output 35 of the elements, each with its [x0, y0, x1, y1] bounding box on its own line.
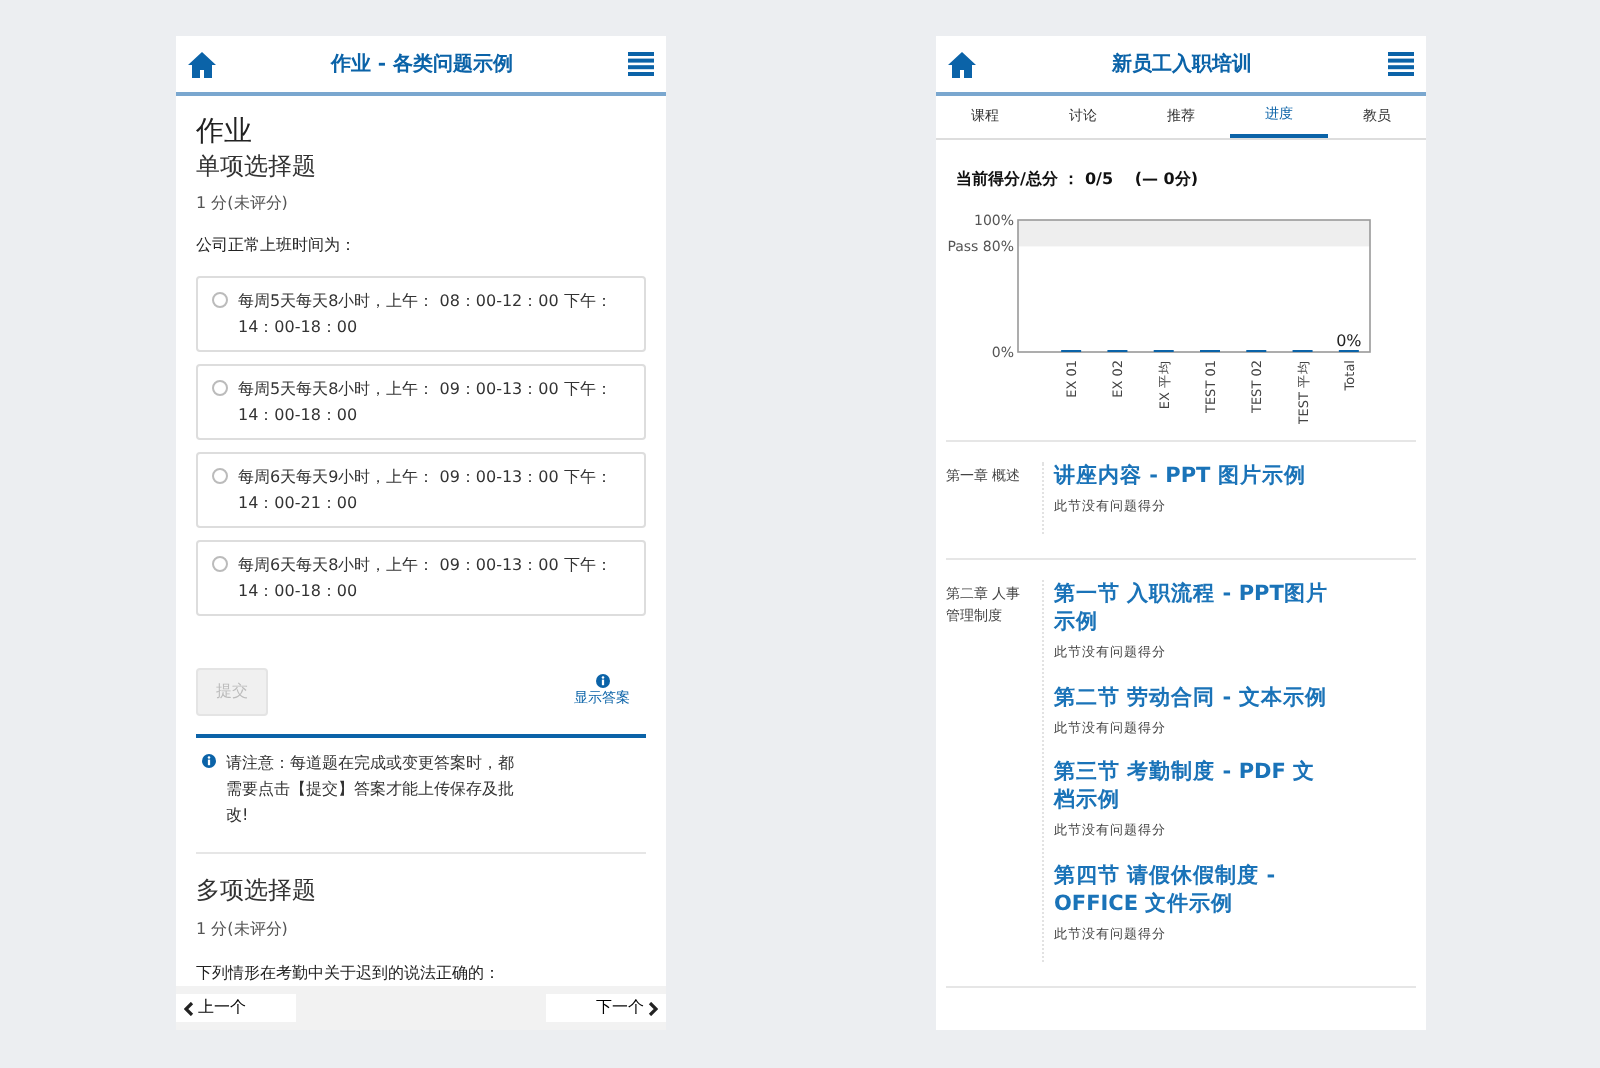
chevron-left-icon — [184, 1001, 194, 1015]
notice-text: 请注意：每道题在完成或变更答案时，都需要点击【提交】答案才能上传保存及批改! — [226, 752, 516, 828]
info-icon — [595, 674, 609, 689]
question-prompt: 下列情形在考勤中关于迟到的说法正确的： — [196, 962, 502, 986]
page-title: 作业 - 各类问题示例 — [330, 51, 514, 79]
answer-option[interactable]: 每周5天每天8小时，上午： 08：00-12：00 下午：14：00-18：00 — [196, 276, 646, 352]
previous-button[interactable]: 上一个 — [176, 994, 296, 1022]
question-prompt: 公司正常上班时间为： — [196, 234, 358, 258]
answer-option[interactable]: 每周6天每天8小时，上午： 09：00-13：00 下午：14：00-18：00 — [196, 540, 646, 616]
score-summary: 当前得分/总分 ： 0/5 (— 0分) — [956, 168, 1200, 192]
menu-icon[interactable] — [1388, 52, 1414, 76]
question-title: 多项选择题 — [196, 874, 318, 908]
score-text: 1 分(未评分) — [196, 192, 290, 216]
info-icon — [202, 754, 216, 768]
radio-button[interactable] — [212, 292, 228, 308]
section-link[interactable]: 讲座内容 - PPT 图片示例 — [1054, 462, 1336, 490]
section-link[interactable]: 第一节 入职流程 - PPT图片示例 — [1054, 579, 1336, 636]
menu-icon[interactable] — [628, 52, 654, 76]
score-text: 1 分(未评分) — [196, 918, 290, 942]
radio-button[interactable] — [212, 468, 228, 484]
question-title: 单项选择题 — [196, 150, 318, 182]
radio-button[interactable] — [212, 380, 228, 396]
radio-button[interactable] — [212, 556, 228, 572]
data-label: 0% — [1336, 332, 1362, 350]
next-button[interactable]: 下一个 — [546, 994, 666, 1022]
section-link[interactable]: 第四节 请假休假制度 - OFFICE 文件示例 — [1054, 862, 1336, 918]
answer-option[interactable]: 每周5天每天8小时，上午： 09：00-13：00 下午：14：00-18：00 — [196, 364, 646, 440]
answer-option[interactable]: 每周6天每天9小时，上午： 09：00-13：00 下午：14：00-21：00 — [196, 452, 646, 528]
page-title: 新员工入职培训 — [1112, 50, 1252, 79]
section-link[interactable]: 第二节 劳动合同 - 文本示例 — [1054, 683, 1336, 711]
home-icon[interactable] — [188, 51, 216, 77]
page-heading: 作业 — [196, 116, 254, 150]
section-link[interactable]: 第三节 考勤制度 - PDF 文档示例 — [1054, 758, 1336, 815]
chevron-right-icon — [648, 1001, 658, 1015]
home-icon[interactable] — [948, 51, 976, 77]
